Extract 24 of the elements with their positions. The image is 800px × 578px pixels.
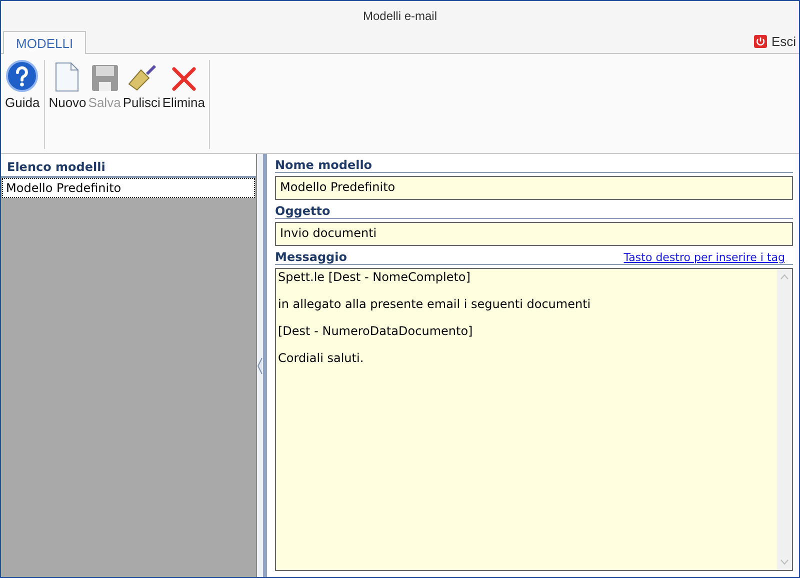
collapse-arrow-icon [257,356,263,376]
field-label: Messaggio [275,250,347,264]
delete-icon [170,66,197,92]
tag-link[interactable]: Tasto destro per inserire i tag [624,251,793,264]
template-list-item[interactable]: Modello Predefinito [2,178,255,198]
window-title: Modelli e-mail [362,8,438,22]
input-field[interactable]: Invio documenti [275,222,793,246]
field-label: Nome modello [275,158,372,172]
scroll-down-icon [780,559,789,565]
field-label: Oggetto [275,204,330,218]
splitter-handle[interactable] [257,154,267,577]
message-text-area[interactable]: Spett.le [Dest - NomeCompleto] in allegato alla presente email i seguenti documenti [Dest - NumeroDataDocumento] Cordiali saluti. [275,268,793,571]
ribbon-tab[interactable]: MODELLI [3,31,86,54]
exit-button[interactable]: Esci [751,34,799,53]
toolbar-button[interactable]: Pulisci [122,60,162,110]
help-icon [6,60,38,92]
toolbar-button[interactable]: Nuovo [48,60,88,110]
document-icon [55,62,80,92]
toolbar-button[interactable]: Guida [4,60,41,110]
input-field[interactable]: Modello Predefinito [275,176,793,200]
power-icon [754,35,768,48]
scroll-up-icon [780,274,789,280]
broom-icon [126,64,157,92]
toolbar-button[interactable]: Elimina [161,60,206,110]
